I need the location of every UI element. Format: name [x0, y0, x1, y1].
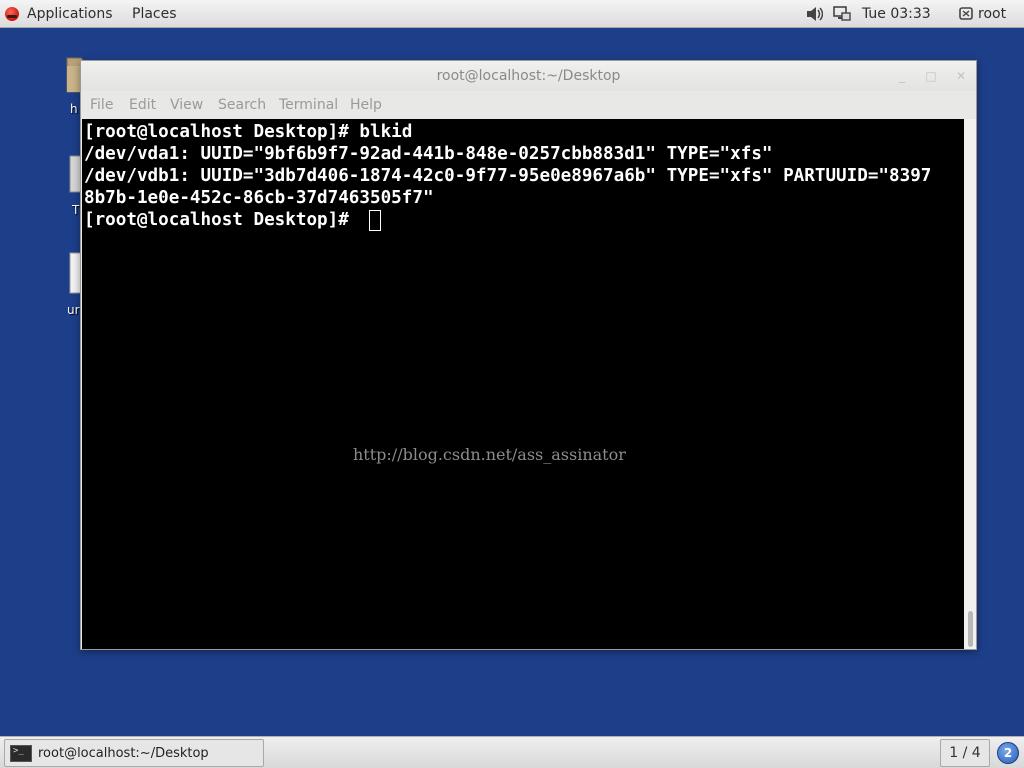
home-folder-label: h: [70, 102, 78, 116]
redhat-logo-icon[interactable]: [5, 7, 19, 21]
menubar: File Edit View Search Terminal Help: [81, 91, 976, 119]
user-icon[interactable]: [958, 0, 974, 28]
taskbar-window-label: root@localhost:~/Desktop: [38, 746, 209, 761]
volume-icon[interactable]: [805, 0, 824, 28]
taskbar-window-button[interactable]: root@localhost:~/Desktop: [4, 739, 264, 767]
terminal-line: /dev/vda1: UUID="9bf6b9f7-92ad-441b-848e…: [84, 144, 773, 164]
applications-menu[interactable]: Applications: [27, 0, 113, 28]
window-titlebar[interactable]: root@localhost:~/Desktop _ □ ✕: [81, 61, 976, 91]
scrollbar-thumb[interactable]: [968, 611, 973, 647]
terminal-output[interactable]: [root@localhost Desktop]# blkid /dev/vda…: [82, 119, 964, 649]
terminal-icon: [10, 745, 32, 762]
clock[interactable]: Tue 03:33: [862, 0, 931, 28]
terminal-line: [root@localhost Desktop]# blkid: [84, 122, 413, 142]
taskbar: root@localhost:~/Desktop 1 / 4 2: [0, 736, 1024, 768]
terminal-prompt: [root@localhost Desktop]#: [84, 210, 360, 230]
minimize-button[interactable]: _: [895, 69, 909, 83]
maximize-button[interactable]: □: [924, 69, 938, 83]
watermark-text: http://blog.csdn.net/ass_assinator: [353, 445, 626, 464]
close-button[interactable]: ✕: [954, 69, 968, 83]
network-icon[interactable]: [832, 0, 852, 28]
menu-file[interactable]: File: [90, 97, 113, 113]
menu-view[interactable]: View: [170, 97, 203, 113]
top-panel: Applications Places Tue 03:33 root: [0, 0, 1024, 28]
terminal-line: 8b7b-1e0e-452c-86cb-37d7463505f7": [84, 188, 434, 208]
menu-help[interactable]: Help: [350, 97, 382, 113]
trash-label: T: [72, 203, 80, 217]
vertical-scrollbar[interactable]: [964, 119, 976, 649]
workspace-indicator[interactable]: 1 / 4: [940, 739, 990, 767]
file-label: ur: [67, 303, 80, 317]
user-menu[interactable]: root: [978, 0, 1006, 28]
terminal-window[interactable]: root@localhost:~/Desktop _ □ ✕ File Edit…: [80, 60, 977, 650]
menu-terminal[interactable]: Terminal: [279, 97, 338, 113]
menu-search[interactable]: Search: [218, 97, 266, 113]
window-title: root@localhost:~/Desktop: [436, 68, 621, 84]
places-menu[interactable]: Places: [132, 0, 177, 28]
notification-badge[interactable]: 2: [997, 742, 1019, 764]
text-cursor: [369, 210, 381, 231]
menu-edit[interactable]: Edit: [129, 97, 156, 113]
terminal-line: /dev/vdb1: UUID="3db7d406-1874-42c0-9f77…: [84, 166, 932, 186]
